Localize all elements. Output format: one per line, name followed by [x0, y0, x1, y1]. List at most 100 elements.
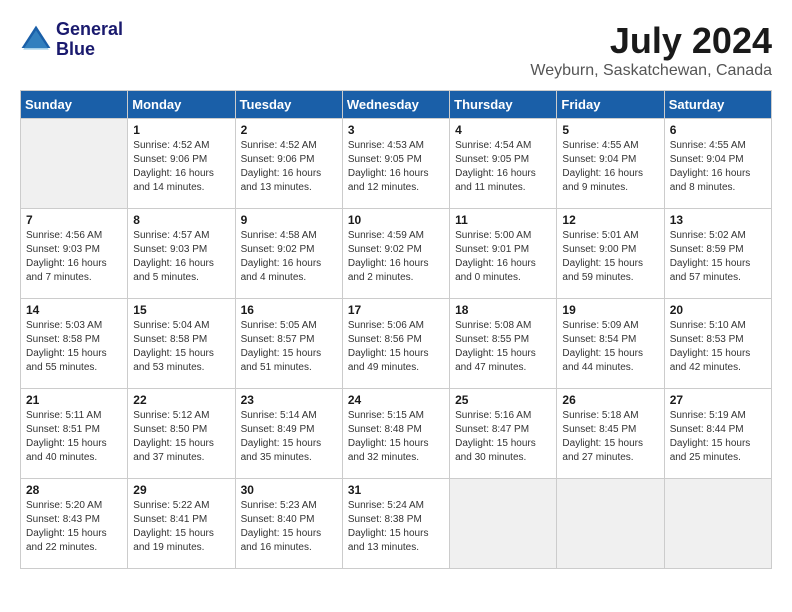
day-number: 7: [26, 213, 122, 227]
day-info: Sunrise: 5:01 AM Sunset: 9:00 PM Dayligh…: [562, 229, 658, 285]
main-title: July 2024: [530, 20, 772, 62]
calendar-cell: 13Sunrise: 5:02 AM Sunset: 8:59 PM Dayli…: [664, 209, 771, 299]
calendar-cell: 11 Sunrise: 5:00 AM Sunset: 9:01 PM Dayli…: [450, 209, 557, 299]
subtitle: Weyburn, Saskatchewan, Canada: [530, 62, 772, 80]
calendar-cell: 3Sunrise: 4:53 AM Sunset: 9:05 PM Daylig…: [342, 119, 449, 209]
calendar-cell: 1 Sunrise: 4:52 AM Sunset: 9:06 PM Daylig…: [128, 119, 235, 209]
day-number: 22: [133, 393, 229, 407]
day-number: 18: [455, 303, 551, 317]
calendar-cell: 7 Sunrise: 4:56 AM Sunset: 9:03 PM Daylig…: [21, 209, 128, 299]
day-info: Sunrise: 5:19 AM Sunset: 8:44 PM Dayligh…: [670, 409, 766, 465]
calendar-cell: 10 Sunrise: 4:59 AM Sunset: 9:02 PM Dayli…: [342, 209, 449, 299]
weekday-header-cell: Sunday: [21, 91, 128, 119]
logo-icon: [20, 24, 52, 56]
title-section: July 2024 Weyburn, Saskatchewan, Canada: [530, 20, 772, 80]
calendar-week-row: 14 Sunrise: 5:03 AM Sunset: 8:58 PM Dayli…: [21, 299, 772, 389]
weekday-header-cell: Thursday: [450, 91, 557, 119]
calendar: SundayMondayTuesdayWednesdayThursdayFrid…: [20, 90, 772, 569]
day-info: Sunrise: 4:55 AM Sunset: 9:04 PM Dayligh…: [562, 139, 658, 195]
day-number: 16: [241, 303, 337, 317]
day-info: Sunrise: 4:59 AM Sunset: 9:02 PM Dayligh…: [348, 229, 444, 285]
weekday-header-cell: Monday: [128, 91, 235, 119]
calendar-cell: 31Sunrise: 5:24 AM Sunset: 8:38 PM Dayli…: [342, 479, 449, 569]
day-number: 30: [241, 483, 337, 497]
day-number: 21: [26, 393, 122, 407]
calendar-cell: [21, 119, 128, 209]
calendar-cell: 6 Sunrise: 4:55 AM Sunset: 9:04 PM Daylig…: [664, 119, 771, 209]
day-number: 24: [348, 393, 444, 407]
day-info: Sunrise: 5:15 AM Sunset: 8:48 PM Dayligh…: [348, 409, 444, 465]
day-number: 19: [562, 303, 658, 317]
calendar-body: 1 Sunrise: 4:52 AM Sunset: 9:06 PM Daylig…: [21, 119, 772, 569]
day-info: Sunrise: 4:58 AM Sunset: 9:02 PM Dayligh…: [241, 229, 337, 285]
day-info: Sunrise: 5:09 AM Sunset: 8:54 PM Dayligh…: [562, 319, 658, 375]
day-number: 12: [562, 213, 658, 227]
day-number: 11: [455, 213, 551, 227]
day-info: Sunrise: 5:04 AM Sunset: 8:58 PM Dayligh…: [133, 319, 229, 375]
calendar-cell: 5 Sunrise: 4:55 AM Sunset: 9:04 PM Daylig…: [557, 119, 664, 209]
day-info: Sunrise: 5:16 AM Sunset: 8:47 PM Dayligh…: [455, 409, 551, 465]
day-info: Sunrise: 5:23 AM Sunset: 8:40 PM Dayligh…: [241, 499, 337, 555]
day-info: Sunrise: 4:54 AM Sunset: 9:05 PM Dayligh…: [455, 139, 551, 195]
day-info: Sunrise: 5:08 AM Sunset: 8:55 PM Dayligh…: [455, 319, 551, 375]
calendar-cell: 8Sunrise: 4:57 AM Sunset: 9:03 PM Daylig…: [128, 209, 235, 299]
day-number: 1: [133, 123, 229, 137]
day-info: Sunrise: 5:05 AM Sunset: 8:57 PM Dayligh…: [241, 319, 337, 375]
calendar-cell: 18 Sunrise: 5:08 AM Sunset: 8:55 PM Dayli…: [450, 299, 557, 389]
day-number: 29: [133, 483, 229, 497]
day-info: Sunrise: 5:03 AM Sunset: 8:58 PM Dayligh…: [26, 319, 122, 375]
day-info: Sunrise: 4:52 AM Sunset: 9:06 PM Dayligh…: [133, 139, 229, 195]
day-info: Sunrise: 5:10 AM Sunset: 8:53 PM Dayligh…: [670, 319, 766, 375]
day-number: 26: [562, 393, 658, 407]
calendar-cell: 4Sunrise: 4:54 AM Sunset: 9:05 PM Daylig…: [450, 119, 557, 209]
day-number: 20: [670, 303, 766, 317]
day-number: 28: [26, 483, 122, 497]
calendar-cell: [450, 479, 557, 569]
logo: General Blue: [20, 20, 123, 60]
day-info: Sunrise: 4:56 AM Sunset: 9:03 PM Dayligh…: [26, 229, 122, 285]
calendar-cell: 16 Sunrise: 5:05 AM Sunset: 8:57 PM Dayli…: [235, 299, 342, 389]
calendar-week-row: 28 Sunrise: 5:20 AM Sunset: 8:43 PM Dayli…: [21, 479, 772, 569]
calendar-cell: 17 Sunrise: 5:06 AM Sunset: 8:56 PM Dayli…: [342, 299, 449, 389]
day-info: Sunrise: 5:22 AM Sunset: 8:41 PM Dayligh…: [133, 499, 229, 555]
calendar-cell: 22Sunrise: 5:12 AM Sunset: 8:50 PM Dayli…: [128, 389, 235, 479]
calendar-cell: [557, 479, 664, 569]
day-number: 10: [348, 213, 444, 227]
weekday-header-cell: Saturday: [664, 91, 771, 119]
day-info: Sunrise: 5:00 AM Sunset: 9:01 PM Dayligh…: [455, 229, 551, 285]
weekday-header-cell: Friday: [557, 91, 664, 119]
day-info: Sunrise: 4:57 AM Sunset: 9:03 PM Dayligh…: [133, 229, 229, 285]
calendar-cell: 20 Sunrise: 5:10 AM Sunset: 8:53 PM Dayli…: [664, 299, 771, 389]
calendar-cell: 24 Sunrise: 5:15 AM Sunset: 8:48 PM Dayli…: [342, 389, 449, 479]
day-info: Sunrise: 5:02 AM Sunset: 8:59 PM Dayligh…: [670, 229, 766, 285]
day-info: Sunrise: 5:20 AM Sunset: 8:43 PM Dayligh…: [26, 499, 122, 555]
calendar-cell: 12 Sunrise: 5:01 AM Sunset: 9:00 PM Dayli…: [557, 209, 664, 299]
day-number: 27: [670, 393, 766, 407]
calendar-cell: 28 Sunrise: 5:20 AM Sunset: 8:43 PM Dayli…: [21, 479, 128, 569]
day-number: 9: [241, 213, 337, 227]
day-number: 6: [670, 123, 766, 137]
calendar-cell: 9 Sunrise: 4:58 AM Sunset: 9:02 PM Daylig…: [235, 209, 342, 299]
day-info: Sunrise: 5:06 AM Sunset: 8:56 PM Dayligh…: [348, 319, 444, 375]
day-info: Sunrise: 4:53 AM Sunset: 9:05 PM Dayligh…: [348, 139, 444, 195]
calendar-cell: 30 Sunrise: 5:23 AM Sunset: 8:40 PM Dayli…: [235, 479, 342, 569]
weekday-header-row: SundayMondayTuesdayWednesdayThursdayFrid…: [21, 91, 772, 119]
day-number: 2: [241, 123, 337, 137]
weekday-header-cell: Wednesday: [342, 91, 449, 119]
calendar-cell: 23Sunrise: 5:14 AM Sunset: 8:49 PM Dayli…: [235, 389, 342, 479]
calendar-cell: 19 Sunrise: 5:09 AM Sunset: 8:54 PM Dayli…: [557, 299, 664, 389]
calendar-cell: 25Sunrise: 5:16 AM Sunset: 8:47 PM Dayli…: [450, 389, 557, 479]
calendar-cell: [664, 479, 771, 569]
day-number: 23: [241, 393, 337, 407]
day-number: 15: [133, 303, 229, 317]
day-number: 17: [348, 303, 444, 317]
header: General Blue July 2024 Weyburn, Saskatch…: [20, 20, 772, 80]
day-number: 14: [26, 303, 122, 317]
day-info: Sunrise: 4:52 AM Sunset: 9:06 PM Dayligh…: [241, 139, 337, 195]
day-info: Sunrise: 5:18 AM Sunset: 8:45 PM Dayligh…: [562, 409, 658, 465]
day-info: Sunrise: 4:55 AM Sunset: 9:04 PM Dayligh…: [670, 139, 766, 195]
weekday-header-cell: Tuesday: [235, 91, 342, 119]
day-number: 5: [562, 123, 658, 137]
calendar-cell: 2 Sunrise: 4:52 AM Sunset: 9:06 PM Daylig…: [235, 119, 342, 209]
day-info: Sunrise: 5:11 AM Sunset: 8:51 PM Dayligh…: [26, 409, 122, 465]
